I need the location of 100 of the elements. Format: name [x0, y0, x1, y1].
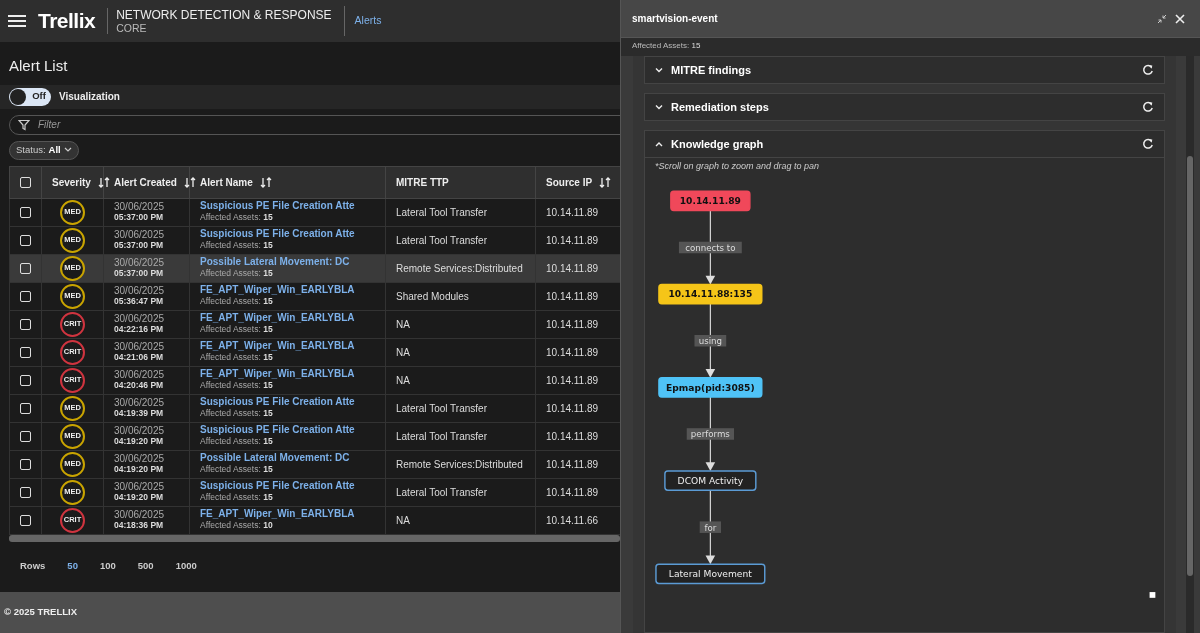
chevron-down-icon	[655, 104, 663, 110]
row-checkbox[interactable]	[20, 318, 31, 330]
refresh-icon	[1142, 101, 1154, 113]
graph-node[interactable]: 10.14.11.89	[670, 190, 751, 211]
square-icon[interactable]	[1149, 591, 1156, 598]
sort-icon[interactable]	[97, 176, 110, 188]
graph-node[interactable]: 10.14.11.88:135	[658, 283, 763, 304]
alert-name-link[interactable]: Suspicious PE File Creation Atte	[200, 396, 375, 409]
horizontal-scrollbar[interactable]	[9, 534, 620, 542]
affected-assets: Affected Assets: 15	[200, 436, 274, 448]
product-edition: CORE	[116, 21, 148, 35]
close-icon	[1175, 13, 1185, 24]
alert-date: 30/06/2025	[114, 369, 166, 381]
alert-time: 05:36:47 PM	[114, 296, 165, 307]
accordion-header[interactable]: Knowledge graph	[645, 131, 1164, 157]
source-ip: 10.14.11.89	[546, 458, 599, 470]
alert-name-link[interactable]: Suspicious PE File Creation Atte	[200, 200, 375, 213]
select-all-checkbox[interactable]	[20, 176, 31, 188]
row-checkbox[interactable]	[20, 458, 31, 470]
row-checkbox[interactable]	[20, 262, 31, 274]
alert-date: 30/06/2025	[114, 201, 166, 213]
status-dropdown[interactable]: Status: All	[9, 140, 79, 160]
column-header[interactable]: MITRE TTP	[396, 174, 449, 190]
alert-date: 30/06/2025	[114, 481, 166, 493]
sort-icon[interactable]	[259, 176, 272, 188]
toggle-label: Visualization	[59, 90, 120, 104]
mitre-ttp: Lateral Tool Transfer	[396, 430, 487, 442]
alert-date: 30/06/2025	[114, 313, 166, 325]
alert-name-link[interactable]: FE_APT_Wiper_Win_EARLYBLA	[200, 312, 375, 325]
alert-name-link[interactable]: Suspicious PE File Creation Atte	[200, 424, 375, 437]
mitre-ttp: Lateral Tool Transfer	[396, 234, 487, 246]
alert-name-link[interactable]: Suspicious PE File Creation Atte	[200, 480, 375, 493]
alert-name-link[interactable]: FE_APT_Wiper_Win_EARLYBLA	[200, 508, 375, 521]
alert-time: 04:21:06 PM	[114, 352, 165, 363]
column-header[interactable]: Alert Name	[200, 174, 253, 190]
alert-name-link[interactable]: FE_APT_Wiper_Win_EARLYBLA	[200, 284, 375, 297]
source-ip: 10.14.11.89	[546, 430, 599, 442]
accordion-header[interactable]: Remediation steps	[645, 94, 1164, 120]
mitre-ttp: Lateral Tool Transfer	[396, 486, 487, 498]
alert-date: 30/06/2025	[114, 397, 166, 409]
rows-option[interactable]: 500	[137, 559, 154, 574]
edge-label: connects to	[678, 241, 742, 253]
mitre-ttp: Shared Modules	[396, 290, 469, 302]
filter-icon	[18, 118, 30, 131]
alert-name-link[interactable]: Possible Lateral Movement: DC	[200, 452, 375, 465]
affected-assets: Affected Assets: 15	[200, 352, 274, 364]
affected-assets: Affected Assets: 15	[621, 38, 1200, 56]
graph-node[interactable]: Lateral Movement	[655, 562, 766, 584]
alert-date: 30/06/2025	[114, 425, 166, 437]
edge-label: for	[699, 520, 721, 533]
logo: Trellix	[38, 8, 96, 35]
rows-option[interactable]: 50	[67, 559, 78, 574]
row-checkbox[interactable]	[20, 206, 31, 218]
alert-date: 30/06/2025	[114, 285, 166, 297]
panel-title: smartvision-event	[632, 12, 719, 26]
alert-time: 04:22:16 PM	[114, 324, 165, 335]
affected-assets: Affected Assets: 15	[200, 296, 274, 308]
filter-field[interactable]: Filter	[9, 114, 620, 135]
rows-option[interactable]: 1000	[175, 559, 197, 574]
rows-option[interactable]: 100	[99, 559, 116, 574]
vertical-scrollbar[interactable]	[1187, 156, 1193, 576]
visualization-toggle[interactable]: Off	[9, 87, 51, 106]
affected-assets: Affected Assets: 15	[200, 492, 274, 504]
alert-name-link[interactable]: Suspicious PE File Creation Atte	[200, 228, 375, 241]
affected-assets: Affected Assets: 15	[200, 240, 274, 252]
sort-icon[interactable]	[183, 176, 196, 188]
row-checkbox[interactable]	[20, 486, 31, 498]
mitre-ttp: Remote Services:Distributed	[396, 458, 523, 470]
sort-icon[interactable]	[599, 176, 612, 188]
row-checkbox[interactable]	[20, 402, 31, 414]
affected-assets: Affected Assets: 15	[200, 268, 274, 280]
menu-icon[interactable]	[8, 14, 26, 28]
row-checkbox[interactable]	[20, 430, 31, 442]
source-ip: 10.14.11.89	[546, 206, 599, 218]
graph-node[interactable]: Epmap(pid:3085)	[658, 376, 763, 398]
alert-time: 05:37:00 PM	[114, 268, 165, 279]
refresh-icon	[1142, 138, 1154, 150]
row-checkbox[interactable]	[20, 290, 31, 302]
refresh-icon	[1142, 64, 1154, 76]
row-checkbox[interactable]	[20, 374, 31, 386]
breadcrumb-link[interactable]: Alerts	[343, 6, 382, 36]
row-checkbox[interactable]	[20, 514, 31, 526]
alert-time: 04:19:20 PM	[114, 492, 165, 503]
source-ip: 10.14.11.89	[546, 486, 599, 498]
mitre-ttp: Remote Services:Distributed	[396, 262, 523, 274]
row-checkbox[interactable]	[20, 346, 31, 358]
alert-date: 30/06/2025	[114, 257, 166, 269]
chevron-up-icon	[655, 141, 663, 147]
alert-name-link[interactable]: Possible Lateral Movement: DC	[200, 256, 375, 269]
accordion-header[interactable]: MITRE findings	[645, 57, 1164, 83]
edge-label: using	[694, 334, 727, 346]
graph-node[interactable]: DCOM Activity	[664, 469, 757, 491]
mitre-ttp: Lateral Tool Transfer	[396, 206, 487, 218]
alert-time: 04:19:20 PM	[114, 464, 165, 475]
alert-date: 30/06/2025	[114, 509, 166, 521]
affected-assets: Affected Assets: 15	[200, 380, 274, 392]
source-ip: 10.14.11.89	[546, 346, 599, 358]
alert-name-link[interactable]: FE_APT_Wiper_Win_EARLYBLA	[200, 368, 375, 381]
alert-name-link[interactable]: FE_APT_Wiper_Win_EARLYBLA	[200, 340, 375, 353]
row-checkbox[interactable]	[20, 234, 31, 246]
